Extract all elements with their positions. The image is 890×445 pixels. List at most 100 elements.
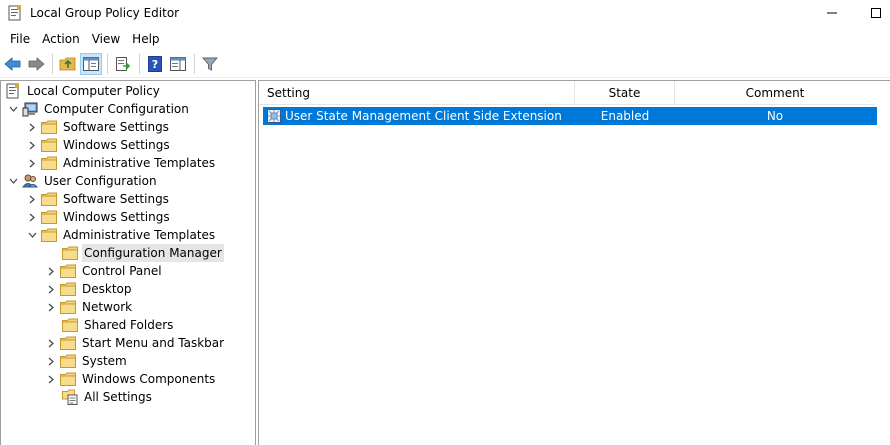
folder-icon	[60, 281, 76, 297]
chevron-down-icon[interactable]	[7, 172, 19, 190]
forward-icon	[28, 56, 45, 71]
tree-item-label: Control Panel	[82, 264, 162, 278]
chevron-right-icon[interactable]	[45, 352, 57, 370]
folder-icon	[41, 119, 57, 135]
tree-item-uc-administrative-templates[interactable]: Administrative Templates	[26, 226, 217, 244]
tree-item-label: Desktop	[82, 282, 132, 296]
tree-item-desktop[interactable]: Desktop	[45, 280, 134, 298]
svg-text:?: ?	[152, 58, 158, 71]
chevron-down-icon[interactable]	[26, 226, 38, 244]
chevron-right-icon[interactable]	[45, 262, 57, 280]
chevron-right-icon[interactable]	[26, 136, 38, 154]
chevron-right-icon[interactable]	[26, 190, 38, 208]
users-icon	[22, 173, 38, 189]
column-header-state[interactable]: State	[575, 81, 675, 105]
tree-item-cc-windows-settings[interactable]: Windows Settings	[26, 136, 172, 154]
folder-open-icon	[41, 227, 57, 243]
maximize-icon	[871, 8, 881, 18]
tree-item-label: Local Computer Policy	[27, 84, 160, 98]
folder-icon	[60, 371, 76, 387]
folder-icon	[41, 191, 57, 207]
tree-item-start-menu-and-taskbar[interactable]: Start Menu and Taskbar	[45, 334, 226, 352]
toolbar-separator	[194, 53, 195, 74]
back-button[interactable]	[2, 53, 24, 75]
tree-item-label: Software Settings	[63, 120, 169, 134]
computer-icon	[22, 101, 38, 117]
all-settings-icon	[62, 389, 78, 405]
forward-button[interactable]	[25, 53, 47, 75]
tree-item-computer-configuration[interactable]: Computer Configuration	[7, 100, 191, 118]
chevron-right-icon[interactable]	[26, 154, 38, 172]
menu-file[interactable]: File	[4, 29, 36, 49]
folder-icon	[60, 263, 76, 279]
row-setting-name: User State Management Client Side Extens…	[285, 109, 562, 123]
title-bar: Local Group Policy Editor	[0, 0, 890, 26]
tree-item-shared-folders[interactable]: Shared Folders	[60, 316, 175, 334]
menu-bar: File Action View Help	[0, 28, 890, 50]
tree-item-label: Software Settings	[63, 192, 169, 206]
up-folder-icon	[59, 57, 76, 70]
tree-item-windows-components[interactable]: Windows Components	[45, 370, 217, 388]
help-icon: ?	[148, 55, 162, 72]
policy-editor-app-icon	[8, 5, 22, 21]
tree-item-label: Computer Configuration	[44, 102, 189, 116]
show-hide-console-tree-button[interactable]	[80, 52, 102, 75]
chevron-right-icon[interactable]	[45, 334, 57, 352]
tree-item-cc-software-settings[interactable]: Software Settings	[26, 118, 171, 136]
tree-item-network[interactable]: Network	[45, 298, 134, 316]
tree-item-label: Network	[82, 300, 133, 314]
row-state: Enabled	[600, 109, 650, 123]
chevron-right-icon[interactable]	[26, 208, 38, 226]
chevron-right-icon[interactable]	[26, 118, 38, 136]
menu-action[interactable]: Action	[36, 29, 86, 49]
tree-item-local-computer-policy[interactable]: Local Computer Policy	[5, 82, 162, 100]
minimize-button[interactable]	[812, 0, 852, 26]
properties-pane-icon	[170, 56, 186, 71]
folder-icon	[62, 317, 78, 333]
tree-item-label: Configuration Manager	[82, 244, 224, 262]
tree-item-uc-windows-settings[interactable]: Windows Settings	[26, 208, 172, 226]
column-header-comment[interactable]: Comment	[675, 81, 875, 105]
up-one-level-button[interactable]	[57, 53, 79, 75]
tree-item-label: Windows Components	[82, 372, 216, 386]
folder-icon	[60, 353, 76, 369]
menu-help[interactable]: Help	[126, 29, 165, 49]
export-list-icon	[116, 56, 131, 71]
chevron-right-icon[interactable]	[45, 298, 57, 316]
chevron-down-icon[interactable]	[7, 100, 19, 118]
folder-icon	[60, 299, 76, 315]
folder-icon	[60, 335, 76, 351]
tree-item-label: Windows Settings	[63, 210, 170, 224]
window-title: Local Group Policy Editor	[30, 6, 180, 20]
tree-item-configuration-manager[interactable]: Configuration Manager	[60, 244, 224, 262]
chevron-right-icon[interactable]	[45, 370, 57, 388]
show-hide-action-pane-button[interactable]	[167, 53, 189, 75]
toolbar-separator	[139, 53, 140, 74]
tree-item-system[interactable]: System	[45, 352, 129, 370]
console-tree: Local Computer Policy Computer Configura…	[0, 80, 256, 445]
tree-item-label: Shared Folders	[84, 318, 174, 332]
filter-options-button[interactable]	[199, 53, 221, 75]
tree-item-user-configuration[interactable]: User Configuration	[7, 172, 159, 190]
menu-view[interactable]: View	[86, 29, 126, 49]
table-row[interactable]: User State Management Client Side Extens…	[263, 107, 877, 125]
export-list-button[interactable]	[112, 53, 134, 75]
folder-icon	[41, 137, 57, 153]
toolbar-separator	[52, 53, 53, 74]
tree-item-uc-software-settings[interactable]: Software Settings	[26, 190, 171, 208]
tree-item-label: System	[82, 354, 127, 368]
policy-setting-icon	[267, 109, 281, 123]
details-list-view: Setting State Comment User State Managem…	[258, 80, 890, 445]
tree-item-label: All Settings	[84, 390, 152, 404]
tree-item-control-panel[interactable]: Control Panel	[45, 262, 164, 280]
maximize-button[interactable]	[856, 0, 890, 26]
chevron-right-icon[interactable]	[45, 280, 57, 298]
filter-icon	[202, 57, 218, 71]
tree-item-cc-administrative-templates[interactable]: Administrative Templates	[26, 154, 217, 172]
folder-icon	[41, 155, 57, 171]
tree-item-all-settings[interactable]: All Settings	[60, 388, 154, 406]
tree-item-label: Administrative Templates	[63, 228, 216, 242]
tree-item-label: Windows Settings	[63, 138, 170, 152]
help-button[interactable]: ?	[144, 53, 166, 75]
column-header-setting[interactable]: Setting	[259, 81, 575, 105]
